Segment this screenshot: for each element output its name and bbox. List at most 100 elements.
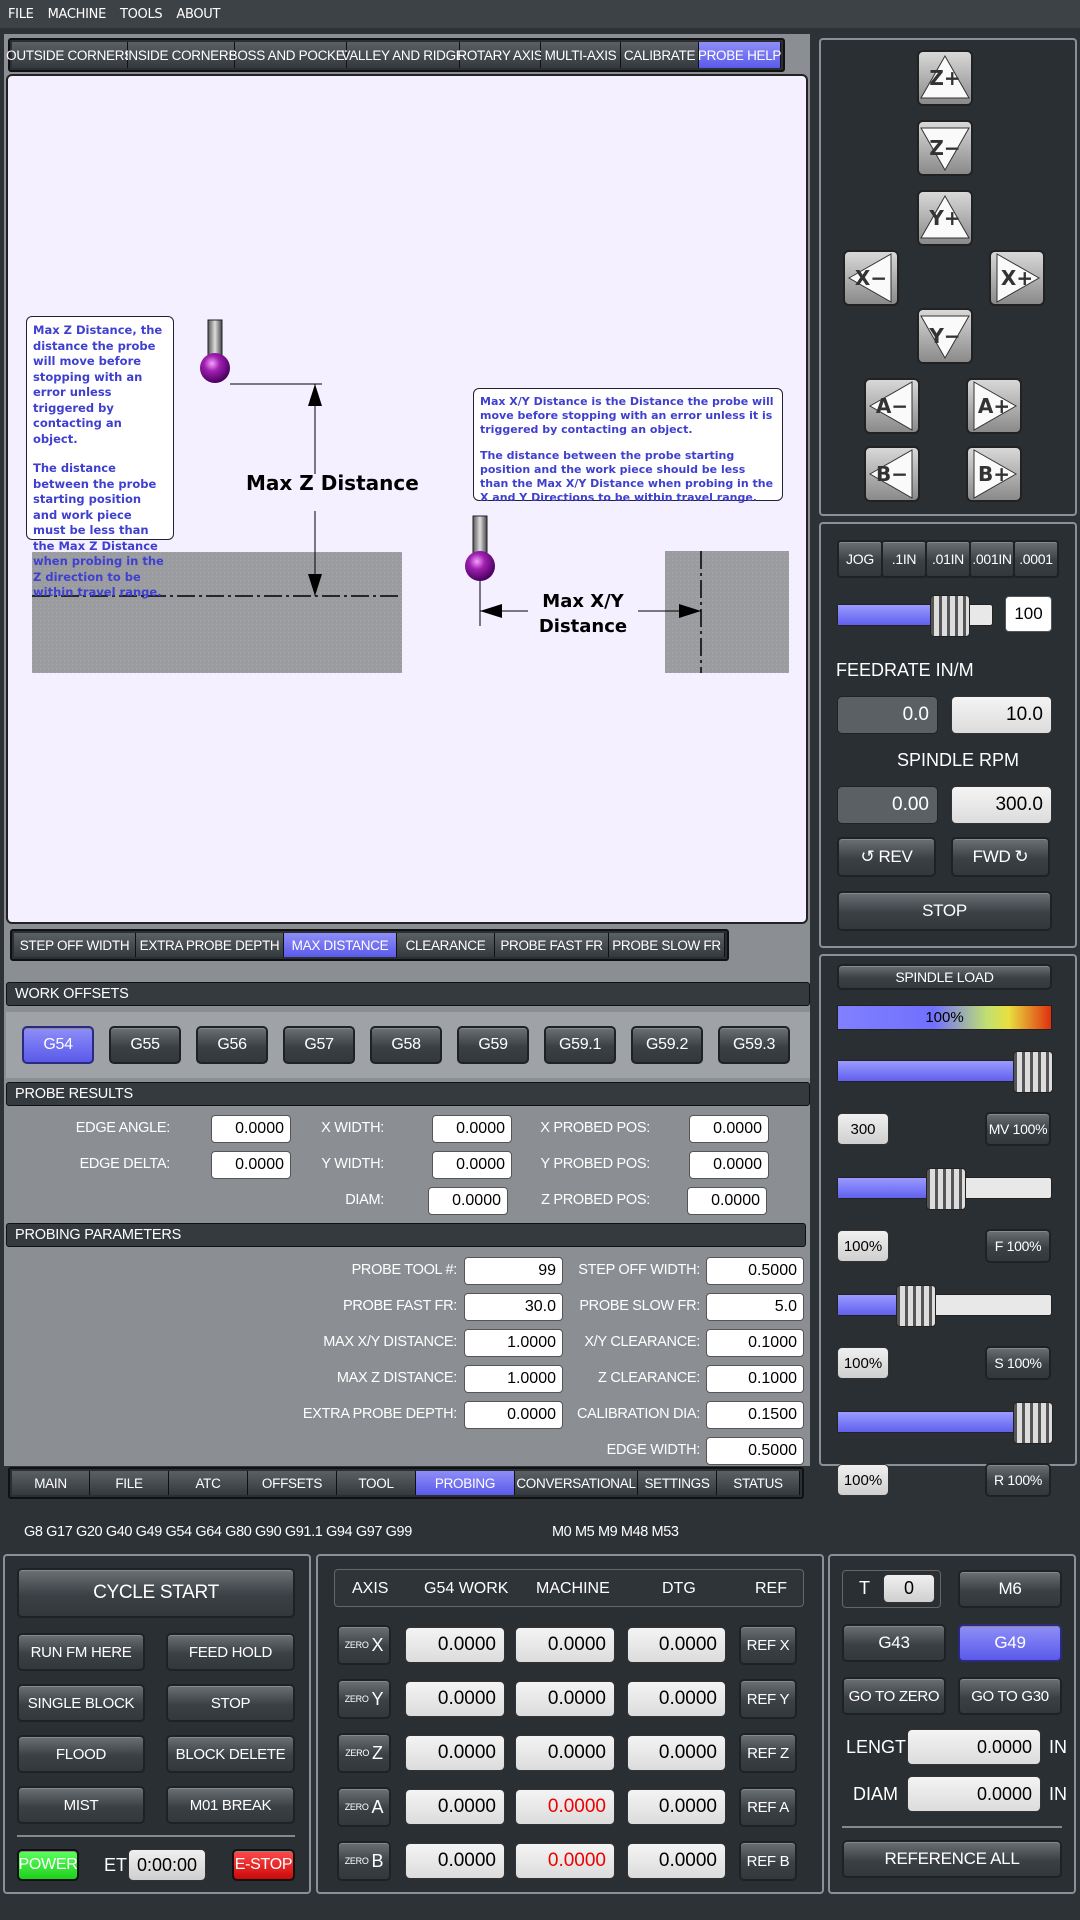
probe-tab-inside-corners[interactable]: INSIDE CORNERS [125, 42, 237, 68]
help-tab-probe-slow-fr[interactable]: PROBE SLOW FR [609, 933, 725, 957]
zero-z-button[interactable]: ZERO Z [337, 1733, 391, 1773]
ref-x-button[interactable]: REF X [739, 1625, 797, 1665]
f-handle[interactable] [926, 1168, 966, 1210]
probe-tab-calibrate[interactable]: CALIBRATE [621, 42, 699, 68]
tool-length-field[interactable]: 0.0000 [907, 1729, 1041, 1765]
jog-ym-button[interactable]: Y− [917, 308, 973, 364]
step-off-field[interactable]: 0.5000 [706, 1257, 804, 1285]
probe-tab-outside-corners[interactable]: OUTSIDE CORNERS [6, 42, 133, 68]
main-tab-atc[interactable]: ATC [169, 1471, 248, 1495]
xy-clear-field[interactable]: 0.1000 [706, 1329, 804, 1357]
g49-button[interactable]: G49 [958, 1624, 1062, 1662]
work-offset-g55-button[interactable]: G55 [109, 1026, 181, 1064]
jog-zm-button[interactable]: Z− [917, 120, 973, 176]
feedrate-set[interactable]: 10.0 [951, 696, 1052, 734]
increment-JOG-button[interactable]: JOG [837, 540, 883, 578]
menu-file[interactable]: FILE [8, 7, 34, 22]
r-reset-button[interactable]: R 100% [985, 1463, 1051, 1497]
mist-button[interactable]: MIST [17, 1786, 145, 1824]
max-z-field[interactable]: 1.0000 [464, 1365, 563, 1393]
increment-001IN-button[interactable]: .001IN [969, 540, 1015, 578]
main-tab-file[interactable]: FILE [90, 1471, 169, 1495]
ref-a-button[interactable]: REF A [739, 1787, 797, 1827]
jog-bm-button[interactable]: B− [864, 446, 920, 502]
work-offset-g56-button[interactable]: G56 [196, 1026, 268, 1064]
f-reset-button[interactable]: F 100% [985, 1229, 1051, 1263]
edge-angle-field[interactable]: 0.0000 [211, 1115, 291, 1143]
jog-am-button[interactable]: A− [864, 378, 920, 434]
probe-tab-multi-axis[interactable]: MULTI-AXIS [541, 42, 621, 68]
x-probed-field[interactable]: 0.0000 [689, 1115, 769, 1143]
power-button[interactable]: POWER [17, 1849, 79, 1881]
edge-width-field[interactable]: 0.5000 [706, 1437, 804, 1465]
s-value[interactable]: 100% [837, 1347, 889, 1379]
mv-handle[interactable] [1013, 1051, 1053, 1093]
jog-ap-button[interactable]: A+ [966, 378, 1022, 434]
zero-b-button[interactable]: ZERO B [337, 1841, 391, 1881]
mv-override-slider[interactable] [837, 1051, 1053, 1093]
help-tab-max-distance[interactable]: MAX DISTANCE [284, 933, 397, 957]
r-value[interactable]: 100% [837, 1464, 889, 1496]
r-handle[interactable] [1013, 1402, 1053, 1444]
mv-reset-button[interactable]: MV 100% [985, 1112, 1051, 1146]
work-offset-g54-button[interactable]: G54 [22, 1026, 94, 1064]
jog-rate-handle[interactable] [930, 595, 970, 637]
menu-machine[interactable]: MACHINE [48, 7, 107, 22]
jog-yp-button[interactable]: Y+ [917, 190, 973, 246]
y-probed-field[interactable]: 0.0000 [689, 1151, 769, 1179]
feed-override-slider[interactable] [837, 1168, 1052, 1210]
jog-xp-button[interactable]: X+ [989, 250, 1045, 306]
probe-tab-valley-and-ridge[interactable]: VALLEY AND RIDGE [342, 42, 465, 68]
main-tab-conversational[interactable]: CONVERSATIONAL [515, 1471, 638, 1495]
cal-dia-field[interactable]: 0.1500 [706, 1401, 804, 1429]
increment-01IN-button[interactable]: .01IN [925, 540, 971, 578]
s-reset-button[interactable]: S 100% [985, 1346, 1051, 1380]
spindle-override-slider[interactable] [837, 1285, 1052, 1327]
main-tab-offsets[interactable]: OFFSETS [248, 1471, 337, 1495]
extra-depth-field[interactable]: 0.0000 [464, 1401, 563, 1429]
estop-button[interactable]: E-STOP [232, 1849, 295, 1881]
feed-hold-button[interactable]: FEED HOLD [166, 1633, 295, 1671]
tool-diam-field[interactable]: 0.0000 [907, 1776, 1041, 1812]
help-tab-clearance[interactable]: CLEARANCE [397, 933, 495, 957]
ref-z-button[interactable]: REF Z [739, 1733, 797, 1773]
probe-tab-boss-and-pocket[interactable]: BOSS AND POCKET [229, 42, 353, 68]
main-tab-settings[interactable]: SETTINGS [638, 1471, 717, 1495]
probe-fast-field[interactable]: 30.0 [464, 1293, 563, 1321]
reference-all-button[interactable]: REFERENCE ALL [842, 1840, 1062, 1878]
z-clear-field[interactable]: 0.1000 [706, 1365, 804, 1393]
single-block-button[interactable]: SINGLE BLOCK [17, 1684, 145, 1722]
stop-button[interactable]: STOP [166, 1684, 295, 1722]
spindle-set[interactable]: 300.0 [951, 786, 1052, 824]
help-tab-step-off-width[interactable]: STEP OFF WIDTH [14, 933, 136, 957]
edge-delta-field[interactable]: 0.0000 [211, 1151, 291, 1179]
rapid-override-slider[interactable] [837, 1402, 1053, 1444]
jog-bp-button[interactable]: B+ [966, 446, 1022, 502]
zero-x-button[interactable]: ZERO X [337, 1625, 391, 1665]
m6-button[interactable]: M6 [958, 1570, 1062, 1608]
work-offset-g59-button[interactable]: G59 [457, 1026, 529, 1064]
jog-rate-slider[interactable] [837, 595, 993, 637]
zero-y-button[interactable]: ZERO Y [337, 1679, 391, 1719]
main-tab-tool[interactable]: TOOL [337, 1471, 416, 1495]
tool-number-field[interactable]: 0 [883, 1574, 935, 1603]
z-probed-field[interactable]: 0.0000 [687, 1187, 767, 1215]
x-width-field[interactable]: 0.0000 [432, 1115, 512, 1143]
spindle-rev-button[interactable]: ↺ REV [837, 837, 936, 877]
work-offset-g59-2-button[interactable]: G59.2 [631, 1026, 703, 1064]
go-to-g30-button[interactable]: GO TO G30 [958, 1677, 1062, 1715]
m01-break-button[interactable]: M01 BREAK [166, 1786, 295, 1824]
work-offset-g59-3-button[interactable]: G59.3 [718, 1026, 790, 1064]
probe-tool-field[interactable]: 99 [464, 1257, 563, 1285]
zero-a-button[interactable]: ZERO A [337, 1787, 391, 1827]
work-offset-g59-1-button[interactable]: G59.1 [544, 1026, 616, 1064]
mv-value[interactable]: 300 [837, 1113, 889, 1145]
probe-tab-rotary-axis[interactable]: ROTARY AXIS [457, 42, 543, 68]
g43-button[interactable]: G43 [842, 1624, 946, 1662]
block-delete-button[interactable]: BLOCK DELETE [166, 1735, 295, 1773]
main-tab-status[interactable]: STATUS [717, 1471, 800, 1495]
menu-tools[interactable]: TOOLS [120, 7, 163, 22]
probe-slow-field[interactable]: 5.0 [706, 1293, 804, 1321]
help-tab-probe-fast-fr[interactable]: PROBE FAST FR [495, 933, 609, 957]
increment-0001-button[interactable]: .0001 [1013, 540, 1059, 578]
